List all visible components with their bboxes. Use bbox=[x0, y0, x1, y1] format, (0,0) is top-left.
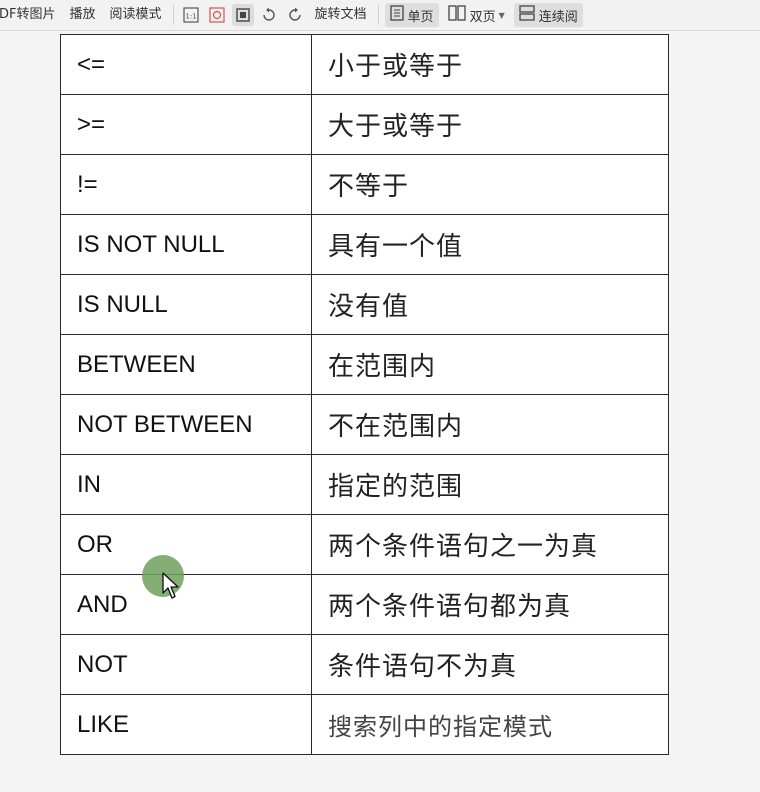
table-row: LIKE 搜索列中的指定模式 bbox=[60, 694, 669, 755]
operator-cell: OR bbox=[60, 514, 312, 575]
continuous-read-button[interactable]: 连续阅 bbox=[513, 3, 583, 27]
table-row: != 不等于 bbox=[60, 154, 669, 215]
description-cell: 没有值 bbox=[311, 274, 669, 335]
double-page-label: 双页 bbox=[469, 9, 496, 25]
operator-cell: NOT bbox=[60, 634, 312, 695]
fit-page-icon[interactable] bbox=[206, 4, 228, 26]
mouse-pointer-icon bbox=[162, 572, 179, 599]
svg-text:1:1: 1:1 bbox=[185, 13, 196, 21]
pdf-to-image-button[interactable]: DF转图片 bbox=[0, 0, 63, 30]
reader-toolbar: DF转图片 播放 阅读模式 1:1 旋转文档 单页 双页 ▼ 连续阅 bbox=[0, 0, 760, 31]
single-page-icon bbox=[389, 5, 404, 25]
operator-cell: != bbox=[60, 154, 312, 215]
rotate-document-button[interactable]: 旋转文档 bbox=[308, 0, 374, 30]
description-cell: 两个条件语句之一为真 bbox=[311, 514, 669, 575]
operator-table: <= 小于或等于 >= 大于或等于 != 不等于 IS NOT NULL 具有一个值 I… bbox=[60, 34, 669, 755]
table-row: >= 大于或等于 bbox=[60, 94, 669, 155]
description-cell: 小于或等于 bbox=[311, 34, 669, 95]
operator-cell: IN bbox=[60, 454, 312, 515]
operator-cell: >= bbox=[60, 94, 312, 155]
description-cell: 不等于 bbox=[311, 154, 669, 215]
continuous-read-icon bbox=[519, 5, 535, 25]
description-cell: 在范围内 bbox=[311, 334, 669, 395]
single-page-button[interactable]: 单页 bbox=[384, 3, 439, 27]
play-button[interactable]: 播放 bbox=[63, 0, 103, 30]
document-page: <= 小于或等于 >= 大于或等于 != 不等于 IS NOT NULL 具有一个值 I… bbox=[0, 31, 760, 792]
description-cell: 条件语句不为真 bbox=[311, 634, 669, 695]
table-row: IN 指定的范围 bbox=[60, 454, 669, 515]
description-cell: 具有一个值 bbox=[311, 214, 669, 275]
chevron-down-icon[interactable]: ▼ bbox=[499, 11, 505, 20]
operator-cell: NOT BETWEEN bbox=[60, 394, 312, 455]
operator-cell: LIKE bbox=[60, 694, 312, 755]
table-row: IS NOT NULL 具有一个值 bbox=[60, 214, 669, 275]
description-cell: 两个条件语句都为真 bbox=[311, 574, 669, 635]
toolbar-divider bbox=[172, 5, 174, 25]
rotate-right-icon[interactable] bbox=[284, 4, 306, 26]
operator-cell: IS NOT NULL bbox=[60, 214, 312, 275]
single-page-label: 单页 bbox=[407, 9, 434, 25]
continuous-read-label: 连续阅 bbox=[538, 9, 578, 25]
description-cell: 不在范围内 bbox=[311, 394, 669, 455]
operator-cell: <= bbox=[60, 34, 312, 95]
operator-cell: IS NULL bbox=[60, 274, 312, 335]
operator-cell: AND bbox=[60, 574, 312, 635]
description-cell: 搜索列中的指定模式 bbox=[311, 694, 669, 755]
description-cell: 大于或等于 bbox=[311, 94, 669, 155]
operator-cell: BETWEEN bbox=[60, 334, 312, 395]
double-page-button[interactable]: 双页 ▼ bbox=[443, 3, 510, 27]
table-row: NOT 条件语句不为真 bbox=[60, 634, 669, 695]
actual-size-icon[interactable]: 1:1 bbox=[180, 4, 202, 26]
table-row: NOT BETWEEN 不在范围内 bbox=[60, 394, 669, 455]
toolbar-divider bbox=[377, 5, 379, 25]
fit-width-icon[interactable] bbox=[231, 4, 254, 26]
description-cell: 指定的范围 bbox=[311, 454, 669, 515]
double-page-icon bbox=[447, 5, 466, 25]
table-row: IS NULL 没有值 bbox=[60, 274, 669, 335]
table-row: <= 小于或等于 bbox=[60, 34, 669, 95]
table-row: BETWEEN 在范围内 bbox=[60, 334, 669, 395]
rotate-left-icon[interactable] bbox=[258, 4, 280, 26]
reading-mode-button[interactable]: 阅读模式 bbox=[103, 0, 169, 30]
